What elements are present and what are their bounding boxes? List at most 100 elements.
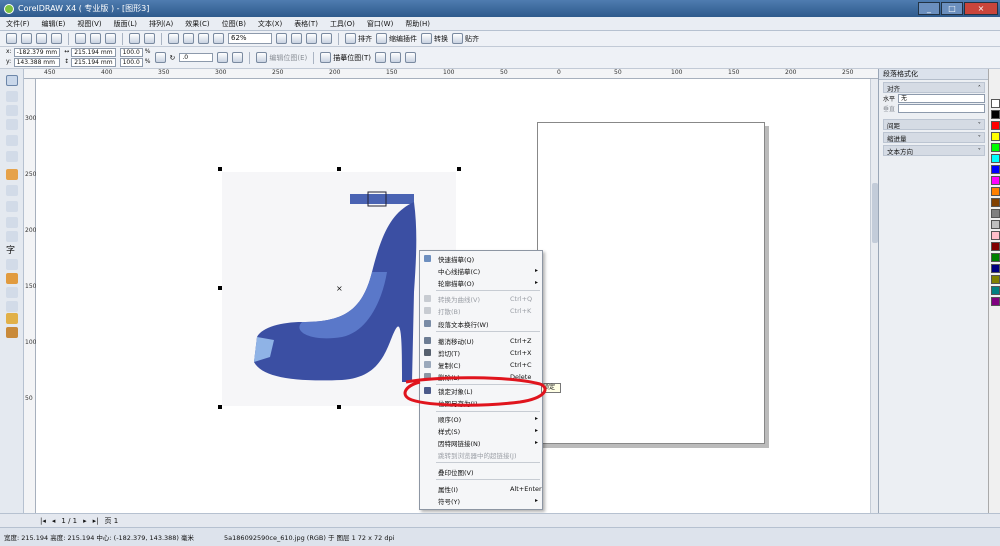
new-icon[interactable]	[6, 33, 17, 44]
menu-effects[interactable]: 效果(C)	[179, 19, 215, 29]
menu-copy[interactable]: 复制(C) Ctrl+C	[420, 359, 542, 370]
menu-centerline-trace[interactable]: 中心线描摹(C) ▸	[420, 265, 542, 276]
color-swatch[interactable]	[991, 286, 1000, 295]
selection-handle[interactable]	[218, 286, 222, 290]
section-align[interactable]: 对齐 ˄	[883, 82, 985, 93]
zoom-level-field[interactable]: 62%	[228, 33, 272, 44]
y-field[interactable]: 143.388 mm	[13, 58, 61, 67]
menu-jump-to-hyperlink[interactable]: 跳转到浏览器中的超链接(J)	[420, 449, 542, 460]
menu-text[interactable]: 文本(X)	[252, 19, 288, 29]
vertical-align-select[interactable]	[898, 104, 985, 113]
undo-icon[interactable]	[129, 33, 140, 44]
menu-edit[interactable]: 编辑(E)	[36, 19, 72, 29]
align-button[interactable]: 排齐	[345, 33, 372, 44]
paste-icon[interactable]	[105, 33, 116, 44]
color-swatch[interactable]	[991, 264, 1000, 273]
vertical-scrollbar[interactable]	[870, 79, 878, 513]
menu-properties[interactable]: 属性(I) Alt+Enter	[420, 483, 542, 494]
copy-icon[interactable]	[90, 33, 101, 44]
height-field[interactable]: 215.194 mm	[71, 58, 116, 67]
scale-y-field[interactable]: 100.0	[119, 58, 143, 67]
interactive-fill-tool-icon[interactable]	[6, 327, 18, 338]
save-icon[interactable]	[36, 33, 47, 44]
smart-fill-tool-icon[interactable]	[6, 151, 18, 162]
mirror-h-icon[interactable]	[217, 52, 229, 63]
selection-handle[interactable]	[457, 167, 461, 171]
open-icon[interactable]	[21, 33, 32, 44]
horizontal-ruler[interactable]: 450 400 350 300 250 200 150 100 50 0 50 …	[24, 69, 878, 79]
redo-icon[interactable]	[144, 33, 155, 44]
minimize-button[interactable]: _	[918, 2, 940, 15]
x-field[interactable]: -182.379 mm	[13, 48, 61, 57]
wrap-text-icon[interactable]	[405, 52, 417, 63]
color-swatch[interactable]	[991, 198, 1000, 207]
menu-wrap-paragraph-text[interactable]: 段落文本换行(W)	[420, 318, 542, 329]
trace-bitmap-button[interactable]: 描摹位图(T)	[320, 52, 371, 63]
scale-x-field[interactable]: 100.0	[119, 48, 143, 57]
ellipse-tool-icon[interactable]	[6, 201, 18, 212]
color-swatch[interactable]	[991, 209, 1000, 218]
menu-bitmaps[interactable]: 位图(B)	[216, 19, 252, 29]
basic-shapes-tool-icon[interactable]	[6, 231, 18, 242]
menu-table[interactable]: 表格(T)	[288, 19, 324, 29]
zoom-icon[interactable]	[276, 33, 287, 44]
close-button[interactable]: ×	[964, 2, 998, 15]
snap-icon[interactable]	[291, 33, 302, 44]
color-swatch[interactable]	[991, 165, 1000, 174]
resample-icon[interactable]	[390, 52, 402, 63]
vertical-ruler[interactable]: 300 250 200 150 100 50	[24, 79, 36, 513]
color-swatch[interactable]	[991, 275, 1000, 284]
menu-overprint-bitmap[interactable]: 叠印位图(V)	[420, 466, 542, 477]
color-swatch[interactable]	[991, 154, 1000, 163]
menu-view[interactable]: 视图(V)	[71, 19, 107, 29]
freehand-tool-icon[interactable]	[6, 135, 18, 146]
color-swatch[interactable]	[991, 143, 1000, 152]
selection-handle[interactable]	[337, 167, 341, 171]
menu-quick-trace[interactable]: 快速描摹(Q)	[420, 253, 542, 264]
text-tool-icon[interactable]: 字	[6, 243, 18, 256]
convert-button[interactable]: 转换	[421, 33, 448, 44]
color-swatch[interactable]	[991, 187, 1000, 196]
lock-ratio-icon[interactable]	[154, 52, 166, 63]
shape-tool-icon[interactable]	[6, 91, 18, 102]
color-swatch[interactable]	[991, 99, 1000, 108]
edit-bitmap-button[interactable]: 编辑位图(E)	[256, 52, 307, 63]
table-tool-icon[interactable]	[6, 259, 18, 270]
snap-to-button[interactable]: 贴齐	[452, 33, 479, 44]
menu-layout[interactable]: 版面(L)	[108, 19, 143, 29]
rectangle-tool-icon[interactable]	[6, 185, 18, 196]
color-swatch[interactable]	[991, 297, 1000, 306]
menu-outline-trace[interactable]: 轮廓描摹(O) ▸	[420, 277, 542, 288]
export-icon[interactable]	[183, 33, 194, 44]
fill-tool-icon[interactable]	[6, 313, 18, 324]
welcome-icon[interactable]	[213, 33, 224, 44]
maximize-button[interactable]: □	[941, 2, 963, 15]
color-swatch[interactable]	[991, 110, 1000, 119]
menu-help[interactable]: 帮助(H)	[399, 19, 436, 29]
crop-icon[interactable]	[375, 52, 387, 63]
polygon-tool-icon[interactable]	[6, 217, 18, 228]
print-icon[interactable]	[51, 33, 62, 44]
options-icon[interactable]	[306, 33, 317, 44]
menu-styles[interactable]: 样式(S) ▸	[420, 425, 542, 436]
menu-order[interactable]: 顺序(O) ▸	[420, 413, 542, 424]
selection-handle[interactable]	[218, 405, 222, 409]
menu-tools[interactable]: 工具(O)	[324, 19, 361, 29]
section-text-direction[interactable]: 文本方向 ˅	[883, 145, 985, 156]
color-swatch[interactable]	[991, 242, 1000, 251]
selection-handle[interactable]	[337, 405, 341, 409]
menu-arrange[interactable]: 排列(A)	[143, 19, 179, 29]
horizontal-align-select[interactable]: 无	[898, 94, 985, 103]
menu-undo-move[interactable]: 撤消移动(U) Ctrl+Z	[420, 335, 542, 346]
color-swatch[interactable]	[991, 231, 1000, 240]
color-swatch[interactable]	[991, 176, 1000, 185]
eyedropper-tool-icon[interactable]	[6, 287, 18, 298]
plugin-button[interactable]: 缩编插件	[376, 33, 417, 44]
last-page-icon[interactable]: ▸|	[93, 517, 99, 525]
import-icon[interactable]	[168, 33, 179, 44]
next-page-icon[interactable]: ▸	[83, 517, 87, 525]
grid-icon[interactable]	[321, 33, 332, 44]
angle-field[interactable]: .0	[179, 53, 214, 62]
smart-drawing-tool-icon[interactable]	[6, 169, 18, 180]
menu-symbol[interactable]: 符号(Y) ▸	[420, 495, 542, 506]
